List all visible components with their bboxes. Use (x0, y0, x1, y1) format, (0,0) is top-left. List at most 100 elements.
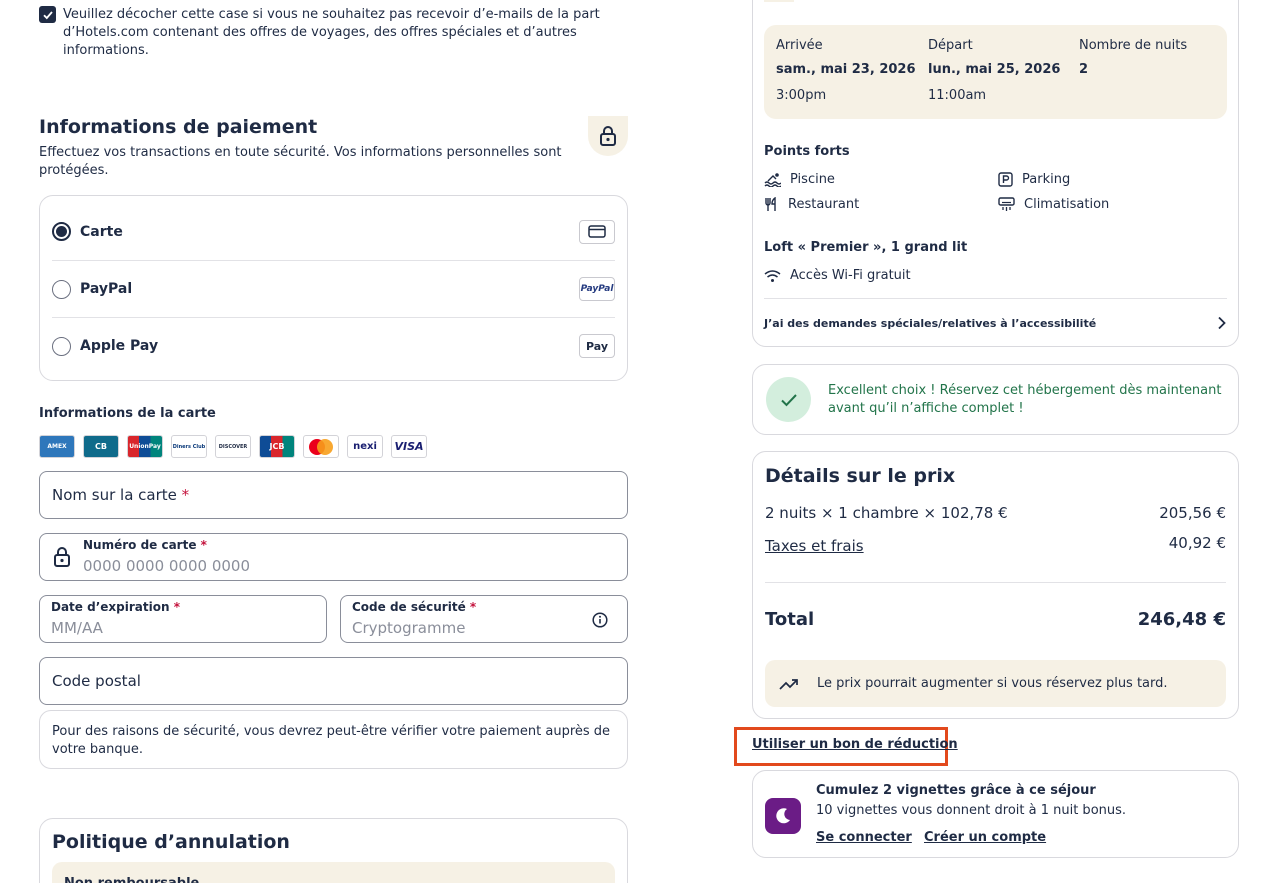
card-number-field[interactable]: Numéro de carte * 0000 0000 0000 0000 (39, 533, 628, 581)
divider (765, 582, 1226, 583)
postal-code-placeholder: Code postal (52, 672, 141, 690)
total-value: 246,48 € (1137, 609, 1226, 630)
taxes-row: Taxes et frais 40,92 € (765, 534, 1226, 555)
arrival-label: Arrivée (776, 38, 823, 53)
arrival-time: 3:00pm (776, 88, 827, 103)
amenity-parking: Parking (998, 172, 1070, 187)
special-requests-row[interactable]: J’ai des demandes spéciales/relatives à … (764, 308, 1227, 338)
loyalty-title: Cumulez 2 vignettes grâce à ce séjour (816, 783, 1096, 798)
cvv-placeholder: Cryptogramme (352, 619, 466, 637)
login-link[interactable]: Se connecter (816, 830, 912, 845)
amenity-pool: Piscine (764, 172, 835, 187)
taxes-link[interactable]: Taxes et frais (765, 537, 864, 555)
info-icon[interactable] (592, 612, 608, 628)
radio-paypal[interactable] (52, 279, 71, 299)
payment-method-card[interactable]: Carte (52, 203, 615, 260)
payment-method-label: Carte (80, 223, 123, 240)
newsletter-text: Veuillez décocher cette case si vous ne … (63, 7, 600, 58)
postal-code-field[interactable]: Code postal (39, 657, 628, 705)
choice-banner: Excellent choix ! Réservez cet hébergeme… (752, 364, 1239, 435)
departure-col: Départ lun., mai 25, 2026 11:00am (928, 38, 1060, 109)
expiry-label: Date d’expiration (51, 600, 170, 614)
wifi-icon (764, 269, 781, 282)
payment-method-paypal[interactable]: PayPal PayPal (52, 260, 615, 317)
cancellation-policy: Politique d’annulation Non remboursable (39, 818, 628, 883)
cb-logo-icon: CB (83, 435, 119, 458)
paypal-logo-icon: PayPal (579, 277, 615, 301)
air-conditioning-icon (998, 197, 1015, 211)
payment-method-label: Apple Pay (80, 338, 159, 354)
discover-logo-icon: DISCOVER (215, 435, 251, 458)
check-icon (42, 10, 53, 19)
radio-applepay[interactable] (52, 336, 71, 356)
nights-col: Nombre de nuits 2 (1079, 38, 1187, 83)
expiry-field[interactable]: Date d’expiration * MM/AA (39, 595, 327, 643)
visa-logo-icon: VISA (391, 435, 427, 458)
nights-label: Nombre de nuits (1079, 38, 1188, 53)
check-icon (780, 393, 797, 406)
arrival-col: Arrivée sam., mai 23, 2026 3:00pm (776, 38, 916, 109)
unionpay-logo-icon: UnionPay (127, 435, 163, 458)
cancellation-item: Non remboursable (52, 862, 615, 883)
card-info-title: Informations de la carte (39, 406, 216, 421)
price-trend-note: Le prix pourrait augmenter si vous réser… (765, 660, 1226, 707)
choice-message: Excellent choix ! Réservez cet hébergeme… (828, 383, 1222, 416)
arrival-date: sam., mai 23, 2026 (776, 62, 916, 77)
lock-icon (600, 126, 616, 146)
lock-icon (54, 547, 70, 567)
security-notice: Pour des raisons de sécurité, vous devre… (39, 710, 628, 769)
restaurant-icon (765, 197, 776, 211)
required-marker: * (173, 600, 180, 614)
departure-date: lun., mai 25, 2026 (928, 62, 1061, 77)
expiry-placeholder: MM/AA (51, 619, 103, 637)
parking-icon (998, 172, 1013, 187)
required-marker: * (181, 486, 190, 504)
jcb-logo-icon: JCB (259, 435, 295, 458)
taxes-value: 40,92 € (1168, 534, 1226, 552)
coupon-link[interactable]: Utiliser un bon de réduction (752, 737, 958, 752)
secure-badge (588, 116, 628, 156)
divider (764, 298, 1227, 299)
card-number-label: Numéro de carte (83, 538, 197, 552)
amenity-ac: Climatisation (998, 197, 1109, 212)
highlights-title: Points forts (764, 144, 850, 159)
diners-logo-icon: Diners Club (171, 435, 207, 458)
price-trend-text: Le prix pourrait augmenter si vous réser… (817, 676, 1168, 691)
signup-link[interactable]: Créer un compte (924, 830, 1046, 845)
stay-dates: Arrivée sam., mai 23, 2026 3:00pm Départ… (764, 25, 1227, 119)
required-marker: * (200, 538, 207, 552)
departure-time: 11:00am (928, 88, 987, 103)
newsletter-checkbox[interactable] (39, 6, 56, 23)
price-line-value: 205,56 € (1159, 504, 1226, 522)
loyalty-subtitle: 10 vignettes vous donnent droit à 1 nuit… (816, 803, 1127, 818)
apple-pay-logo-icon: Pay (579, 334, 615, 358)
amex-logo-icon: AMEX (39, 435, 75, 458)
cancellation-title: Politique d’annulation (52, 831, 290, 853)
price-title: Détails sur le prix (765, 465, 956, 487)
price-line-row: 2 nuits × 1 chambre × 102,78 € 205,56 € (765, 504, 1226, 522)
nexi-logo-icon: nexi (347, 435, 383, 458)
payment-method-label: PayPal (80, 281, 133, 297)
cvv-label: Code de sécurité (352, 600, 466, 614)
payment-subtitle: Effectuez vos transactions en toute sécu… (39, 145, 562, 178)
top-fragment (764, 0, 794, 2)
payment-method-applepay[interactable]: Apple Pay Pay (52, 317, 615, 374)
payment-methods: Carte PayPal PayPal Apple Pay Pay (39, 195, 628, 381)
success-circle (766, 377, 811, 422)
total-row: Total 246,48 € (765, 609, 1226, 630)
card-brands: AMEX CB UnionPay Diners Club DISCOVER JC… (39, 435, 427, 458)
required-marker: * (469, 600, 477, 614)
card-name-field[interactable]: Nom sur la carte * (39, 471, 628, 519)
special-requests-label: J’ai des demandes spéciales/relatives à … (764, 316, 1097, 330)
amenity-wifi: Accès Wi-Fi gratuit (764, 268, 911, 283)
price-line-label: 2 nuits × 1 chambre × 102,78 € (765, 504, 1008, 522)
payment-title: Informations de paiement (39, 116, 318, 138)
amenity-restaurant: Restaurant (764, 197, 859, 212)
room-title: Loft « Premier », 1 grand lit (764, 240, 968, 255)
chevron-right-icon (1218, 316, 1226, 330)
loyalty-card: Cumulez 2 vignettes grâce à ce séjour 10… (752, 770, 1239, 858)
radio-card[interactable] (52, 222, 71, 241)
card-number-placeholder: 0000 0000 0000 0000 (83, 557, 250, 575)
cvv-field[interactable]: Code de sécurité * Cryptogramme (340, 595, 628, 643)
pool-icon (764, 173, 781, 187)
